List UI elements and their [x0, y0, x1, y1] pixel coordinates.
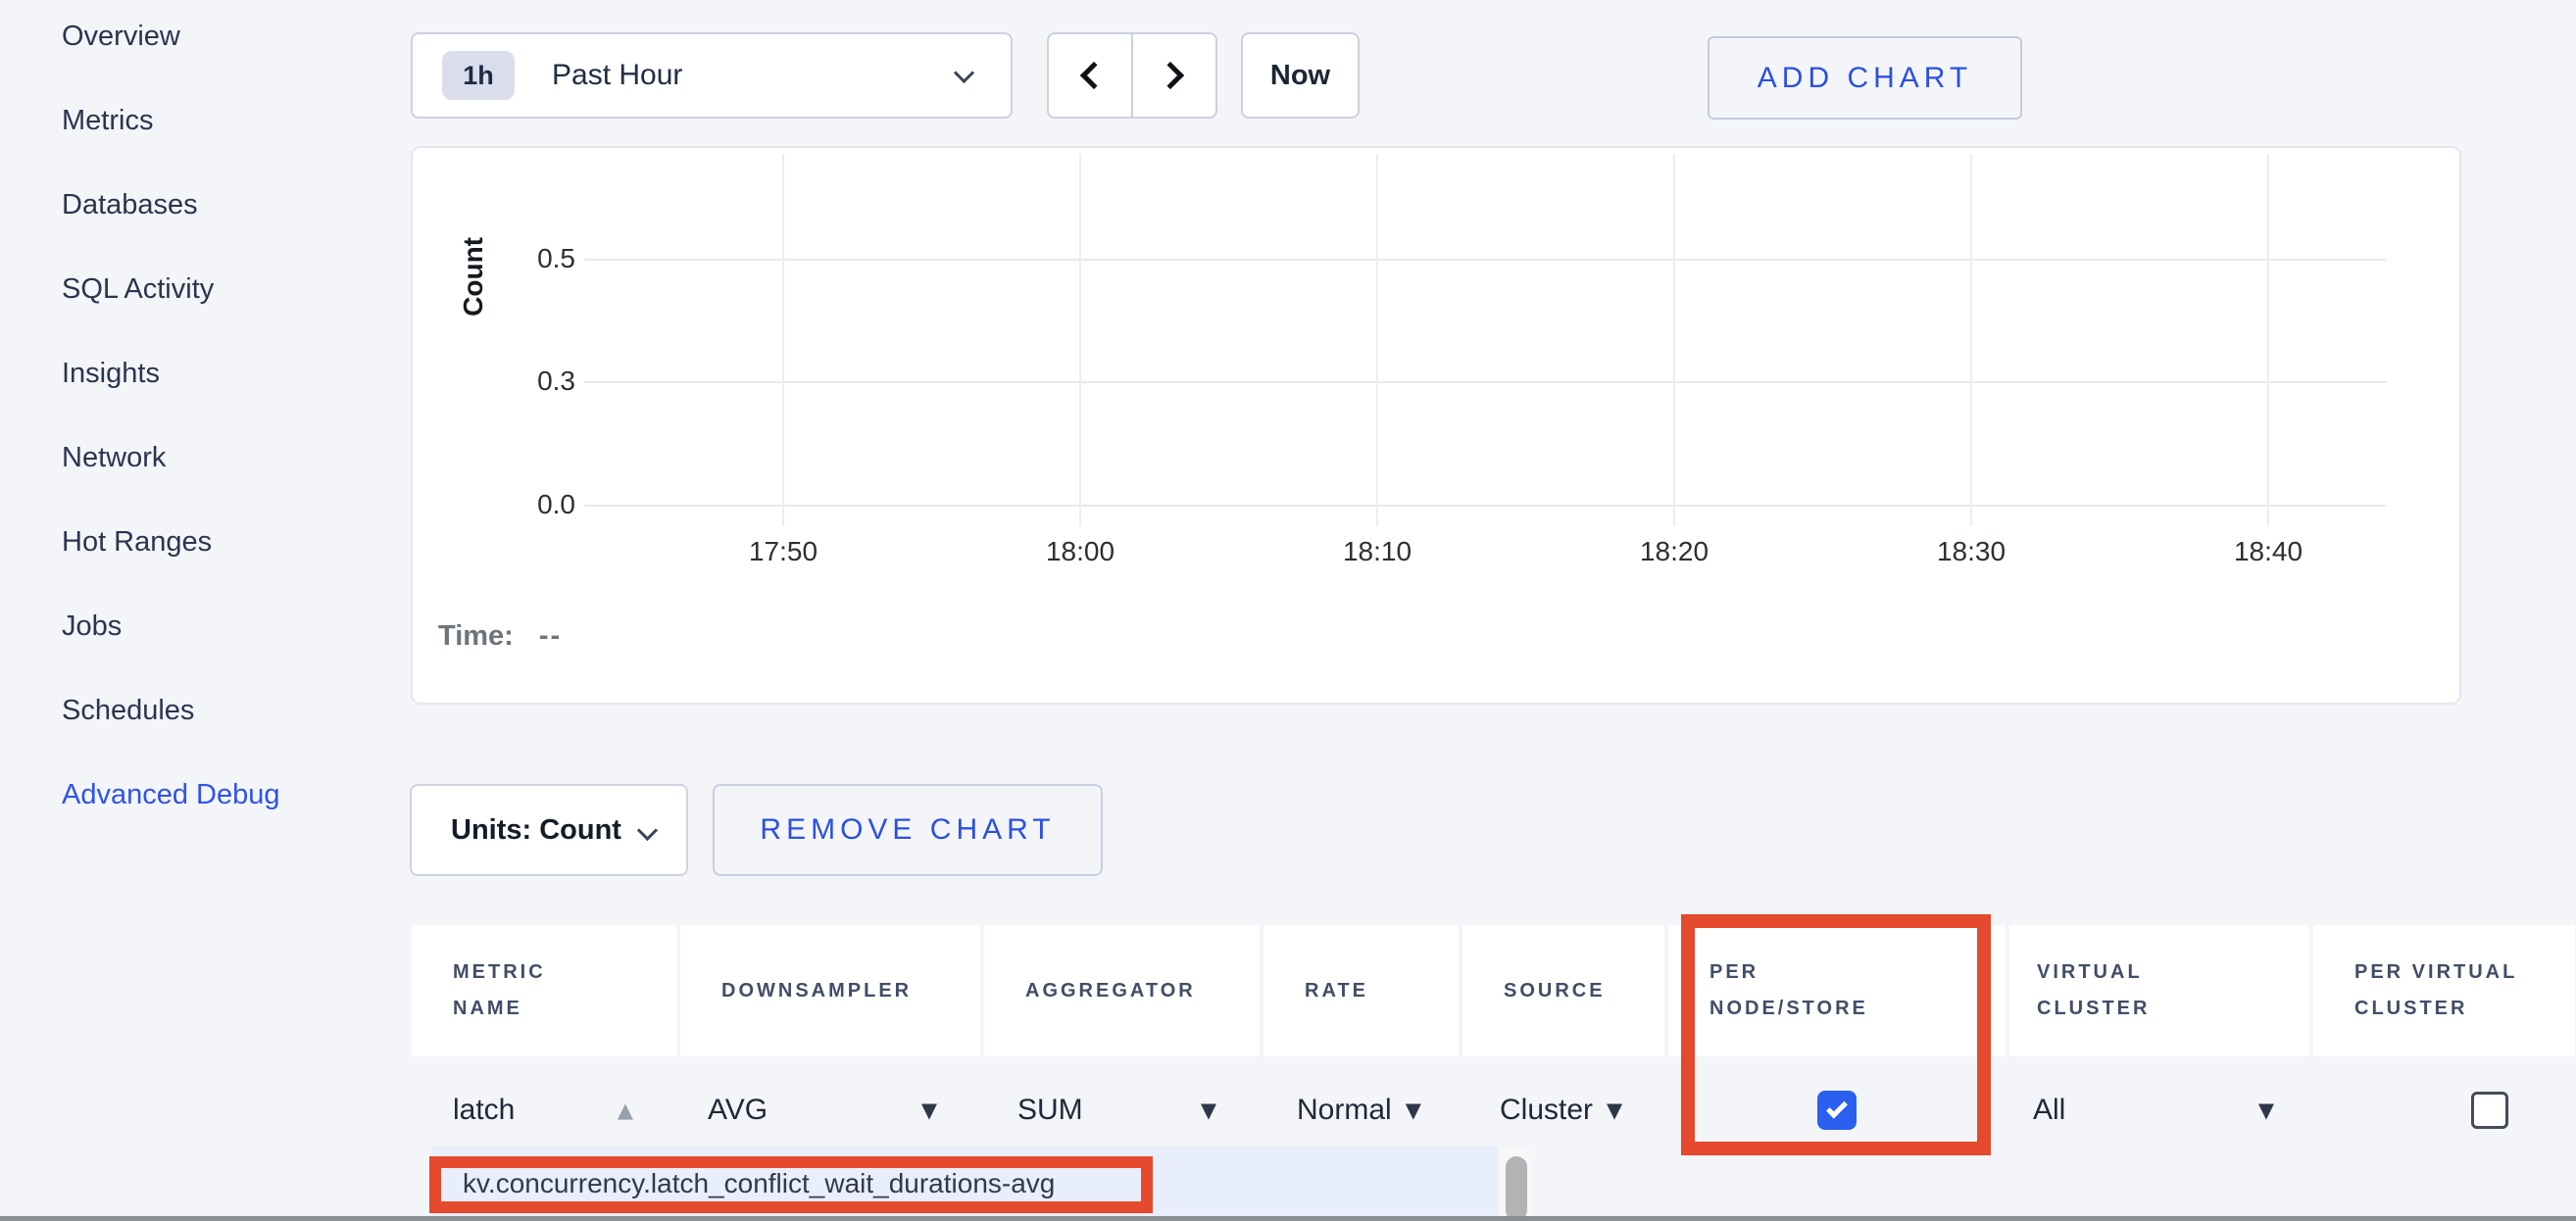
- sidebar-item-advanced-debug[interactable]: Advanced Debug: [62, 753, 280, 837]
- metric-row: latch ▲ AVG ▼ SUM ▼ Normal ▼ Cluster ▼ A…: [412, 1063, 2575, 1157]
- prev-time-button[interactable]: [1047, 32, 1132, 119]
- hover-time-readout: Time: --: [438, 620, 562, 653]
- metric-name-value[interactable]: latch: [453, 1094, 515, 1127]
- gridline: [1673, 154, 1675, 526]
- time-step-buttons: [1047, 32, 1217, 119]
- caret-down-icon: ▼: [1201, 1100, 1216, 1121]
- x-tick: 18:00: [1021, 536, 1139, 567]
- hover-time-value: --: [539, 620, 562, 652]
- time-range-label: Past Hour: [552, 59, 682, 92]
- sidebar-item-jobs[interactable]: Jobs: [62, 584, 280, 668]
- sidebar-nav: Overview Metrics Databases SQL Activity …: [62, 0, 280, 837]
- downsampler-select[interactable]: AVG ▼: [680, 1063, 980, 1157]
- sidebar-item-insights[interactable]: Insights: [62, 331, 280, 415]
- gridline: [584, 259, 2387, 261]
- bottom-divider: [0, 1216, 2576, 1221]
- hover-time-label: Time:: [438, 620, 514, 652]
- scrollbar-thumb[interactable]: [1506, 1156, 1527, 1221]
- now-button[interactable]: Now: [1241, 32, 1360, 119]
- metric-suggestion-item[interactable]: kv.concurrency.latch_conflict_wait_durat…: [463, 1147, 1055, 1221]
- sidebar-item-schedules[interactable]: Schedules: [62, 668, 280, 753]
- caret-down-icon: ▼: [2258, 1100, 2274, 1121]
- chevron-down-icon: [637, 820, 658, 841]
- gridline: [1970, 154, 1972, 526]
- column-header-metric-name: METRIC NAME: [412, 925, 676, 1056]
- column-header-rate: RATE: [1263, 925, 1459, 1056]
- downsampler-value: AVG: [708, 1094, 768, 1127]
- column-header-per-virtual-cluster: PER VIRTUAL CLUSTER: [2313, 925, 2575, 1056]
- aggregator-select[interactable]: SUM ▼: [984, 1063, 1260, 1157]
- chevron-left-icon: [1080, 62, 1108, 89]
- virtual-cluster-value: All: [2033, 1094, 2065, 1127]
- caret-up-icon: ▲: [618, 1100, 633, 1121]
- gridline: [782, 154, 784, 526]
- metrics-table-header: METRIC NAME DOWNSAMPLER AGGREGATOR RATE …: [412, 925, 2575, 1056]
- y-tick: 0.5: [511, 243, 575, 274]
- advanced-debug-custom-chart-page: Overview Metrics Databases SQL Activity …: [0, 0, 2576, 1221]
- x-tick: 18:10: [1318, 536, 1436, 567]
- virtual-cluster-select[interactable]: All ▼: [2009, 1063, 2309, 1157]
- remove-chart-button[interactable]: REMOVE CHART: [713, 784, 1103, 876]
- y-tick: 0.0: [511, 489, 575, 520]
- rate-select[interactable]: Normal ▼: [1263, 1063, 1459, 1157]
- chevron-right-icon: [1157, 62, 1184, 89]
- column-header-aggregator: AGGREGATOR: [984, 925, 1260, 1056]
- units-dropdown-label: Units: Count: [451, 814, 621, 847]
- units-dropdown[interactable]: Units: Count: [410, 784, 688, 876]
- source-select[interactable]: Cluster ▼: [1462, 1063, 1664, 1157]
- caret-down-icon: ▼: [1607, 1100, 1622, 1121]
- sidebar-item-metrics[interactable]: Metrics: [62, 78, 280, 163]
- metric-name-combobox[interactable]: latch ▲: [412, 1063, 676, 1157]
- gridline: [584, 505, 2387, 507]
- x-tick: 18:40: [2209, 536, 2327, 567]
- gridline: [1079, 154, 1081, 526]
- sidebar-item-sql-activity[interactable]: SQL Activity: [62, 247, 280, 331]
- y-axis-label: Count: [458, 237, 489, 317]
- caret-down-icon: ▼: [1406, 1100, 1421, 1121]
- per-virtual-cluster-checkbox[interactable]: [2471, 1092, 2508, 1129]
- sidebar-item-overview[interactable]: Overview: [62, 0, 280, 78]
- column-header-per-node-store: PER NODE/STORE: [1668, 925, 2006, 1056]
- per-node-store-checkbox[interactable]: [1817, 1091, 1857, 1130]
- gridline: [2267, 154, 2269, 526]
- chart-panel: Count 0.5 0.3 0.0 17:50 18:00 18:10 18:2…: [411, 146, 2461, 705]
- rate-value: Normal: [1297, 1094, 1392, 1127]
- checkmark-icon: [1826, 1097, 1848, 1118]
- x-tick: 18:20: [1615, 536, 1733, 567]
- add-chart-button[interactable]: ADD CHART: [1708, 36, 2022, 120]
- per-node-store-cell: [1668, 1063, 2006, 1157]
- metric-autocomplete-panel: kv.concurrency.latch_conflict_wait_durat…: [431, 1147, 1498, 1221]
- per-virtual-cluster-cell: [2313, 1063, 2575, 1157]
- caret-down-icon: ▼: [921, 1100, 937, 1121]
- chevron-down-icon: [954, 63, 974, 83]
- next-time-button[interactable]: [1132, 32, 1217, 119]
- gridline: [584, 381, 2387, 383]
- y-tick: 0.3: [511, 366, 575, 397]
- x-tick: 17:50: [724, 536, 842, 567]
- source-value: Cluster: [1500, 1094, 1593, 1127]
- sidebar-item-hot-ranges[interactable]: Hot Ranges: [62, 500, 280, 584]
- gridline: [1376, 154, 1378, 526]
- x-tick: 18:30: [1912, 536, 2030, 567]
- column-header-virtual-cluster: VIRTUAL CLUSTER: [2009, 925, 2309, 1056]
- sidebar-item-databases[interactable]: Databases: [62, 163, 280, 247]
- column-header-source: SOURCE: [1462, 925, 1664, 1056]
- column-header-downsampler: DOWNSAMPLER: [680, 925, 980, 1056]
- time-range-picker[interactable]: 1h Past Hour: [411, 32, 1013, 119]
- time-range-badge: 1h: [442, 51, 515, 100]
- sidebar-item-network[interactable]: Network: [62, 415, 280, 500]
- aggregator-value: SUM: [1017, 1094, 1083, 1127]
